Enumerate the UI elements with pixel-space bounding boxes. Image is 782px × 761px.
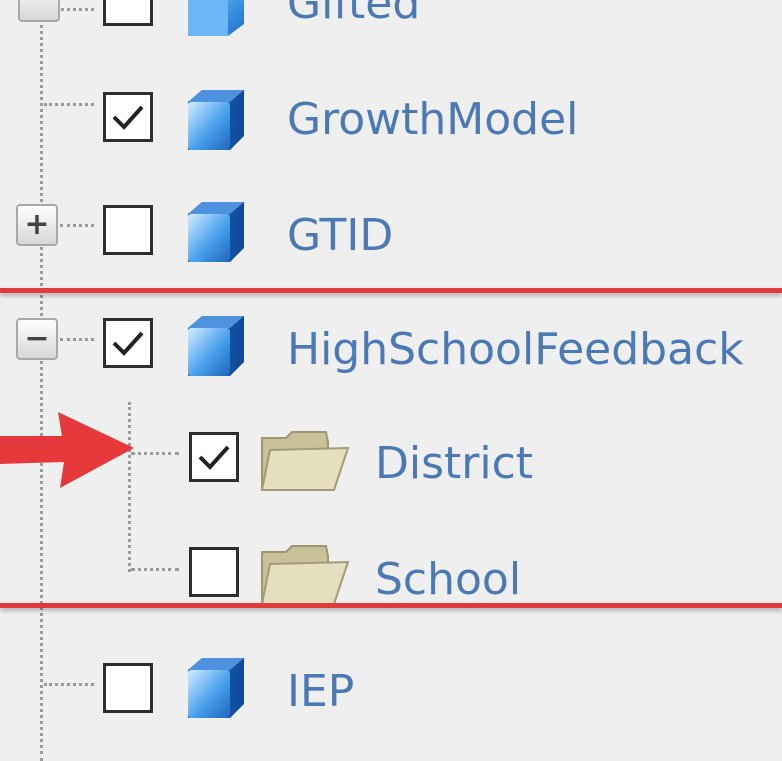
check-mark-icon (112, 105, 144, 130)
cube-icon (188, 316, 244, 376)
check-mark-icon (198, 445, 230, 470)
tree-connector (131, 568, 179, 571)
folder-icon (260, 545, 350, 605)
cube-icon (188, 90, 244, 150)
cube-icon (188, 202, 244, 262)
tree-item-label[interactable]: IEP (287, 670, 354, 714)
highlight-box-bottom (0, 603, 782, 608)
checkbox-district[interactable] (189, 432, 239, 482)
checkbox-highschoolfeedback[interactable] (103, 318, 153, 368)
tree-connector (60, 338, 94, 341)
tree-item-label[interactable]: HighSchoolFeedback (287, 328, 744, 372)
plus-icon: + (24, 207, 50, 242)
checkbox-school[interactable] (189, 547, 239, 597)
tree-item-label[interactable]: School (375, 558, 521, 602)
tree-item-label[interactable]: GrowthModel (287, 98, 578, 142)
minus-icon: − (24, 321, 50, 356)
tree-item-label[interactable]: GTID (287, 214, 393, 258)
check-mark-icon (112, 331, 144, 356)
checkbox-growthmodel[interactable] (103, 92, 153, 142)
folder-icon (260, 431, 350, 491)
tree-connector (44, 683, 94, 686)
tree-guide-line (40, 0, 43, 761)
checkbox-gifted[interactable] (103, 0, 153, 26)
highlight-box-top (0, 288, 782, 293)
expander-gifted[interactable] (18, 0, 60, 22)
cube-icon (188, 658, 244, 718)
checkbox-iep[interactable] (103, 663, 153, 713)
tree-item-label[interactable]: District (375, 442, 533, 486)
tree-connector (44, 103, 94, 106)
tree-connector (60, 224, 94, 227)
annotation-arrow-icon (0, 412, 134, 488)
collapse-highschoolfeedback-button[interactable]: − (16, 318, 58, 360)
expand-gtid-button[interactable]: + (16, 204, 58, 246)
checkbox-gtid[interactable] (103, 205, 153, 255)
tree-item-label[interactable]: Gifted (287, 0, 420, 26)
cube-icon (188, 0, 244, 36)
